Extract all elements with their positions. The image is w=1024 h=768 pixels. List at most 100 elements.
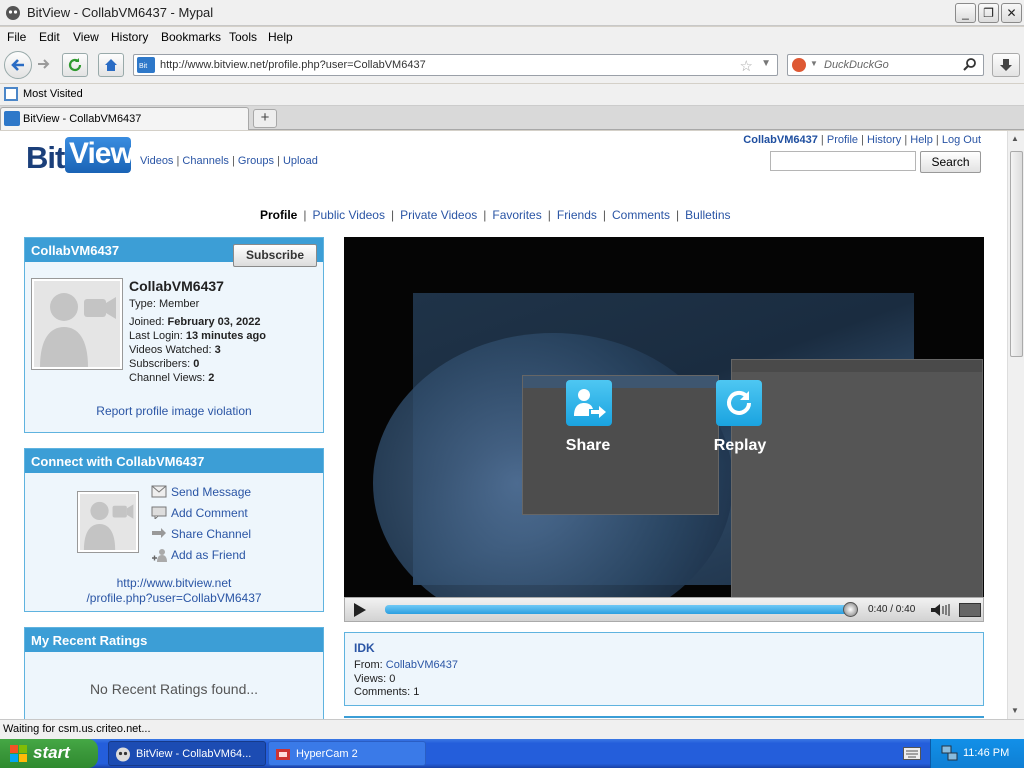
profile-name: CollabVM6437 bbox=[129, 278, 224, 294]
forward-button[interactable] bbox=[32, 53, 56, 77]
minimize-button[interactable]: _ bbox=[955, 3, 976, 23]
subnav-friends[interactable]: Friends bbox=[557, 208, 597, 222]
menu-bookmarks[interactable]: Bookmarks bbox=[161, 30, 221, 44]
volume-icon[interactable] bbox=[930, 603, 952, 617]
reload-button[interactable] bbox=[62, 53, 88, 77]
scroll-thumb[interactable] bbox=[1010, 151, 1023, 357]
downloads-button[interactable] bbox=[992, 53, 1020, 77]
menu-file[interactable]: File bbox=[7, 30, 26, 44]
close-button[interactable]: ✕ bbox=[1001, 3, 1022, 23]
scroll-down-icon[interactable]: ▼ bbox=[1011, 706, 1019, 715]
recent-ratings-box: My Recent Ratings No Recent Ratings foun… bbox=[24, 627, 324, 719]
link-profile[interactable]: Profile bbox=[827, 134, 858, 146]
link-help[interactable]: Help bbox=[910, 134, 933, 146]
user-links: CollabVM6437 | Profile | History | Help … bbox=[743, 134, 981, 146]
subnav-public-videos[interactable]: Public Videos bbox=[312, 208, 385, 222]
url-dropdown-icon[interactable]: ▼ bbox=[761, 58, 771, 69]
status-text: Waiting for csm.us.criteo.net... bbox=[3, 723, 151, 735]
channel-url-line1[interactable]: http://www.bitview.net bbox=[25, 576, 323, 590]
search-placeholder: DuckDuckGo bbox=[824, 59, 889, 71]
profile-last-login: Last Login: 13 minutes ago bbox=[129, 330, 266, 342]
taskbar-item-bitview[interactable]: BitView - CollabVM64... bbox=[108, 741, 266, 766]
logo-bit: Bit bbox=[26, 140, 65, 175]
fullscreen-icon[interactable] bbox=[959, 603, 981, 617]
svg-text:Bit: Bit bbox=[139, 63, 147, 70]
profile-avatar[interactable] bbox=[31, 278, 123, 370]
network-icon[interactable] bbox=[941, 745, 959, 762]
channel-url-line2[interactable]: /profile.php?user=CollabVM6437 bbox=[25, 591, 323, 605]
page-scrollbar[interactable]: ▲ ▼ bbox=[1007, 131, 1024, 719]
subnav-comments[interactable]: Comments bbox=[612, 208, 670, 222]
seek-bar[interactable] bbox=[385, 602, 858, 617]
bookmarks-toolbar: Most Visited bbox=[0, 84, 1024, 106]
window-title: BitView - CollabVM6437 - Mypal bbox=[27, 5, 214, 20]
subscribe-button[interactable]: Subscribe bbox=[233, 244, 317, 267]
bookmark-most-visited[interactable]: Most Visited bbox=[23, 88, 83, 100]
link-channels[interactable]: Channels bbox=[182, 155, 228, 167]
scroll-up-icon[interactable]: ▲ bbox=[1011, 134, 1019, 143]
seek-handle[interactable] bbox=[843, 602, 858, 617]
engine-dropdown-icon[interactable]: ▼ bbox=[810, 59, 818, 68]
new-tab-button[interactable]: + bbox=[253, 109, 277, 128]
hypercam-icon bbox=[276, 749, 290, 760]
menu-bar: File Edit View History Bookmarks Tools H… bbox=[0, 27, 1024, 47]
video-title[interactable]: IDK bbox=[354, 641, 375, 655]
subnav-bulletins[interactable]: Bulletins bbox=[685, 208, 730, 222]
keyboard-icon[interactable] bbox=[903, 747, 921, 760]
comment-icon bbox=[151, 506, 167, 519]
video-author-link[interactable]: CollabVM6437 bbox=[386, 659, 458, 671]
site-search-input[interactable] bbox=[770, 151, 916, 171]
video-player[interactable]: Share Replay bbox=[344, 237, 984, 620]
profile-videos-watched: Videos Watched: 3 bbox=[129, 344, 221, 356]
bitview-favicon: Bit bbox=[137, 57, 155, 73]
taskbar-item-hypercam[interactable]: HyperCam 2 bbox=[268, 741, 426, 766]
home-button[interactable] bbox=[98, 53, 124, 77]
menu-tools[interactable]: Tools bbox=[229, 30, 257, 44]
logo-view: View bbox=[65, 137, 134, 173]
default-avatar-icon bbox=[83, 501, 134, 550]
video-dialog-right bbox=[731, 359, 983, 611]
connect-box-header: Connect with CollabVM6437 bbox=[25, 449, 323, 473]
play-icon[interactable] bbox=[353, 602, 367, 618]
subnav-favorites[interactable]: Favorites bbox=[492, 208, 541, 222]
share-label[interactable]: Share bbox=[538, 437, 638, 455]
clock: 11:46 PM bbox=[963, 747, 1010, 759]
tab-bitview[interactable]: BitView - CollabVM6437 bbox=[0, 107, 249, 130]
link-username[interactable]: CollabVM6437 bbox=[743, 134, 818, 146]
search-bar[interactable]: ▼ DuckDuckGo bbox=[787, 54, 984, 76]
back-button[interactable] bbox=[4, 51, 32, 79]
menu-view[interactable]: View bbox=[73, 30, 99, 44]
replay-icon[interactable] bbox=[716, 380, 762, 426]
maximize-button[interactable]: ❐ bbox=[978, 3, 999, 23]
profile-channel-views: Channel Views: 2 bbox=[129, 372, 215, 384]
video-views: Views: 0 bbox=[354, 673, 396, 685]
menu-history[interactable]: History bbox=[111, 30, 148, 44]
time-display: 0:40 / 0:40 bbox=[868, 604, 916, 615]
url-bar[interactable]: Bit http://www.bitview.net/profile.php?u… bbox=[133, 54, 778, 76]
search-icon[interactable] bbox=[962, 57, 978, 73]
subnav-profile[interactable]: Profile bbox=[260, 208, 297, 222]
connect-avatar[interactable] bbox=[77, 491, 139, 553]
menu-edit[interactable]: Edit bbox=[39, 30, 60, 44]
video-frame bbox=[373, 293, 983, 620]
forward-arrow-icon bbox=[38, 59, 50, 69]
start-button[interactable]: start bbox=[0, 739, 98, 768]
tab-label: BitView - CollabVM6437 bbox=[23, 113, 142, 125]
profile-box: CollabVM6437 Subscribe CollabVM6437 Type… bbox=[24, 237, 324, 433]
site-search-button[interactable]: Search bbox=[920, 151, 981, 173]
subnav-private-videos[interactable]: Private Videos bbox=[400, 208, 477, 222]
duckduckgo-icon[interactable] bbox=[792, 58, 806, 72]
link-history[interactable]: History bbox=[867, 134, 901, 146]
link-upload[interactable]: Upload bbox=[283, 155, 318, 167]
report-image-link[interactable]: Report profile image violation bbox=[25, 404, 323, 418]
bookmark-star-icon[interactable]: ☆ bbox=[740, 57, 753, 75]
replay-label[interactable]: Replay bbox=[690, 437, 790, 455]
menu-help[interactable]: Help bbox=[268, 30, 293, 44]
link-groups[interactable]: Groups bbox=[238, 155, 274, 167]
link-videos[interactable]: Videos bbox=[140, 155, 173, 167]
link-logout[interactable]: Log Out bbox=[942, 134, 981, 146]
connect-box: Connect with CollabVM6437 Send Message A… bbox=[24, 448, 324, 612]
seek-bar-fill bbox=[385, 605, 855, 614]
player-controls: 0:40 / 0:40 bbox=[344, 597, 984, 622]
share-icon[interactable] bbox=[566, 380, 612, 426]
